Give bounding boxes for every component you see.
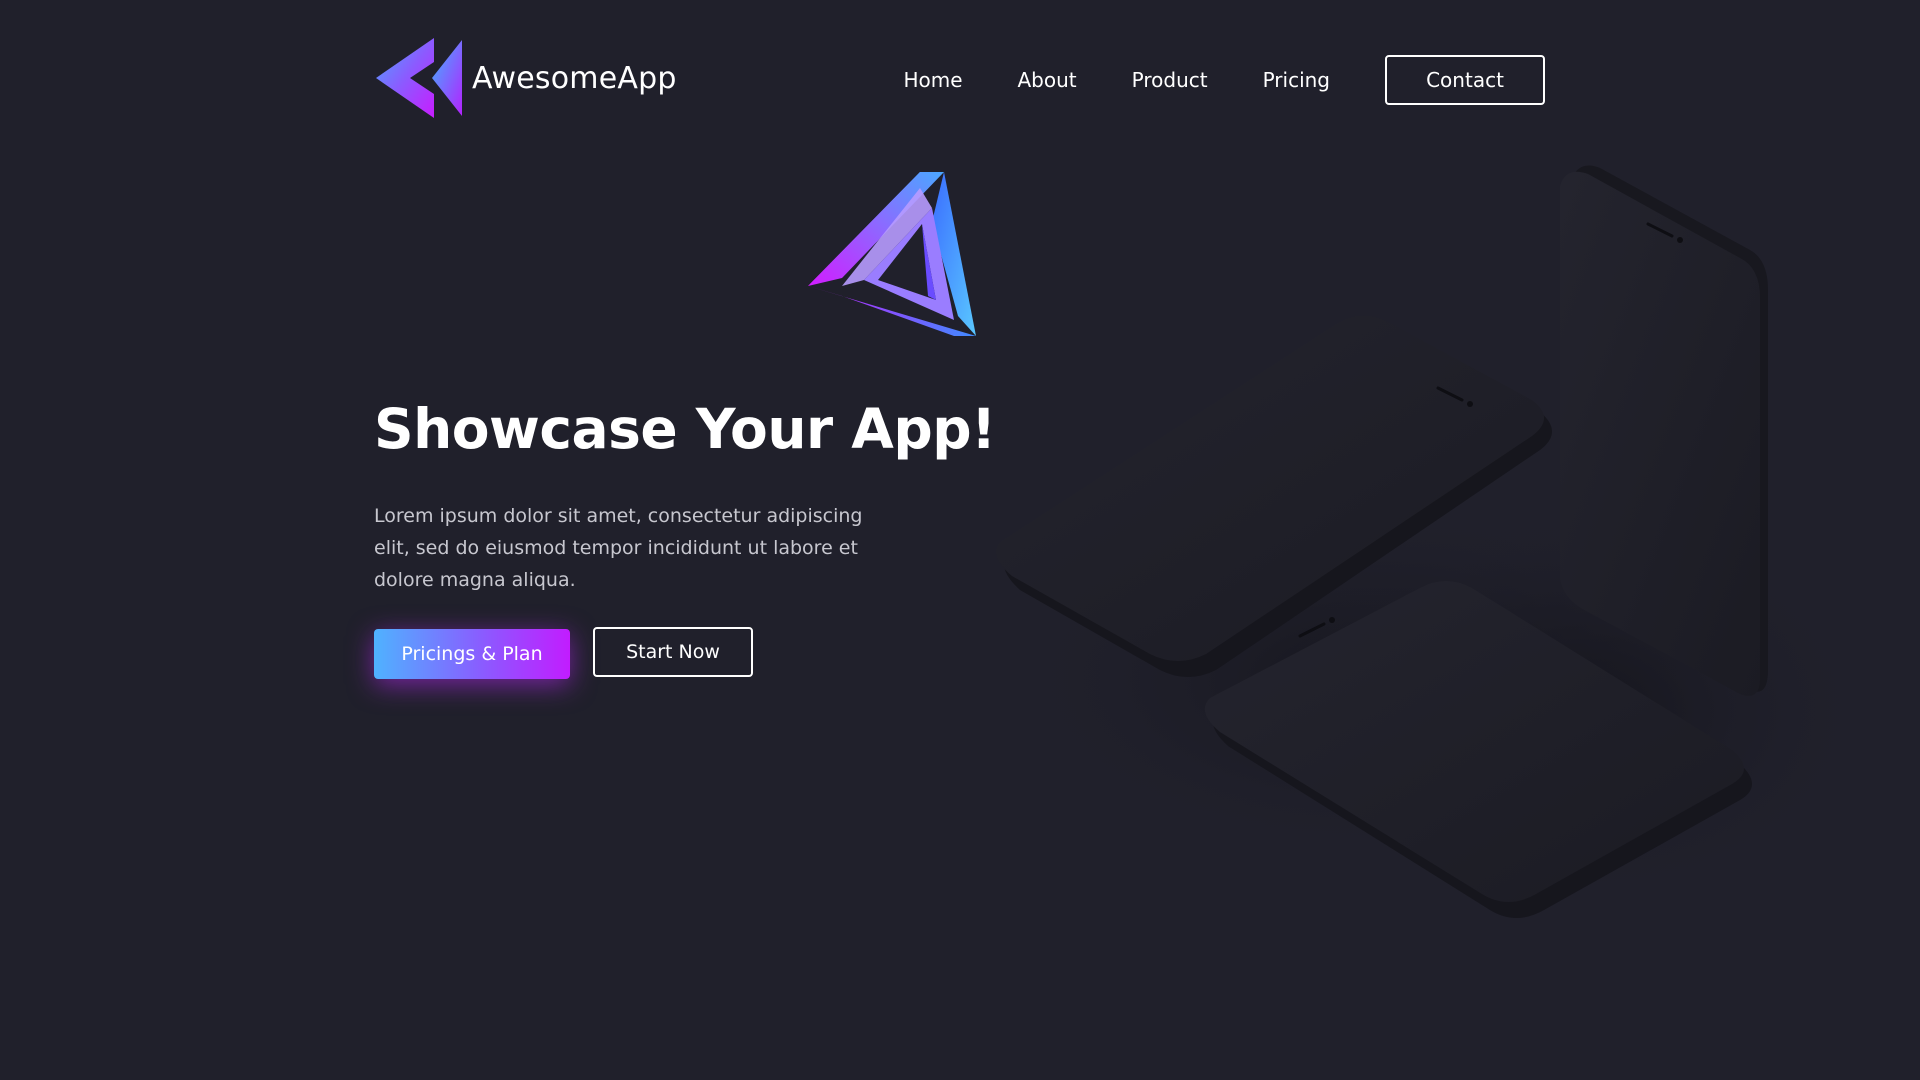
pricing-plan-button[interactable]: Pricings & Plan — [374, 629, 570, 679]
smartphones-mockup — [996, 165, 1880, 918]
brand-name: AwesomeApp — [472, 60, 677, 96]
nav-product[interactable]: Product — [1132, 68, 1208, 92]
start-now-button[interactable]: Start Now — [593, 627, 753, 677]
hero-description: Lorem ipsum dolor sit amet, consectetur … — [374, 505, 863, 591]
main-nav: Home About Product Pricing Contact — [903, 55, 1545, 105]
brand-logo[interactable]: AwesomeApp — [374, 38, 677, 118]
gradient-triangle-icon — [808, 172, 976, 336]
hero-title: Showcase Your App! — [374, 397, 996, 461]
landing-page: AwesomeApp Home About Product Pricing Co… — [0, 0, 1920, 1080]
nav-about[interactable]: About — [1018, 68, 1077, 92]
nav-pricing[interactable]: Pricing — [1263, 68, 1330, 92]
nav-home[interactable]: Home — [903, 68, 962, 92]
contact-button[interactable]: Contact — [1385, 55, 1545, 105]
double-triangle-logo-icon — [376, 38, 462, 118]
